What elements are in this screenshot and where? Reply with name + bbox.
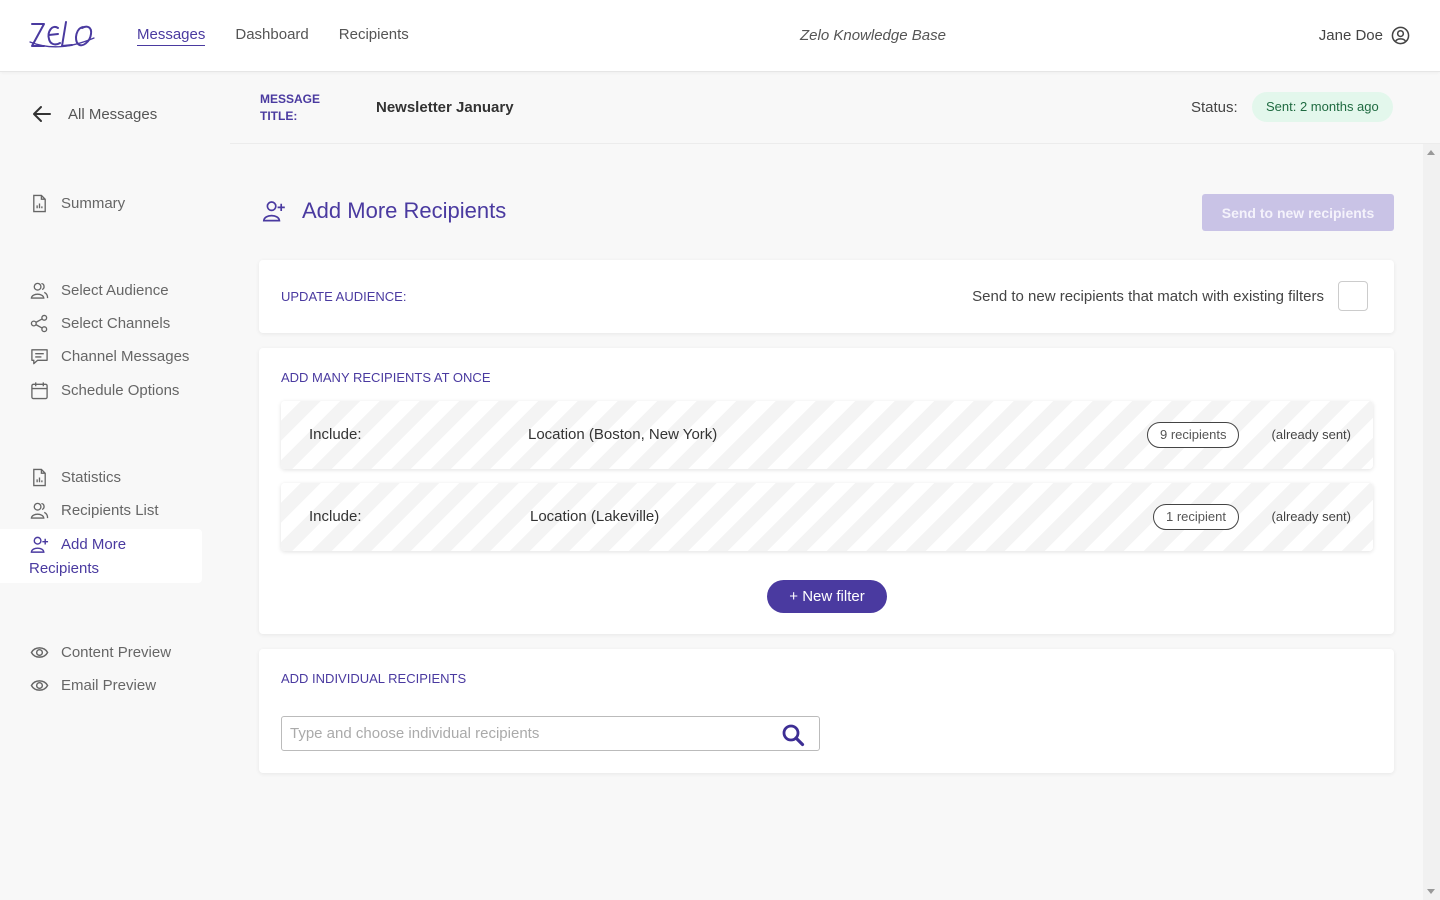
report-icon (33, 468, 46, 487)
sidebar-item-label: Schedule Options (61, 382, 180, 399)
page-title: Add More Recipients (262, 198, 506, 224)
sidebar-item-label: Content Preview (61, 644, 172, 661)
zelo-logo[interactable] (28, 18, 96, 52)
eye-icon (30, 647, 49, 658)
match-existing-filters-checkbox[interactable] (1338, 281, 1368, 311)
filter-row[interactable]: Include: Location (Lakeville) 1 recipien… (281, 483, 1373, 551)
recipient-count-badge: 1 recipient (1153, 504, 1239, 530)
sidebar-item-select-channels[interactable]: Select Channels (30, 314, 170, 333)
sidebar-item-label: Recipients List (61, 502, 159, 519)
status-badge: Sent: 2 months ago (1252, 92, 1393, 122)
users-icon (30, 502, 49, 519)
eye-icon (30, 680, 49, 691)
send-to-new-recipients-button[interactable]: Send to new recipients (1202, 194, 1394, 231)
sidebar-item-label: Statistics (61, 469, 122, 486)
main-nav: Messages Dashboard Recipients (137, 26, 409, 46)
already-sent-note: (already sent) (1271, 427, 1351, 442)
sidebar-item-label: Recipients (29, 560, 100, 577)
user-account-icon (1391, 26, 1410, 45)
sidebar-item-summary[interactable]: Summary (30, 194, 125, 213)
recipient-count-badge: 9 recipients (1147, 422, 1240, 448)
sidebar-item-select-audience[interactable]: Select Audience (30, 281, 169, 300)
nav-messages[interactable]: Messages (137, 26, 206, 46)
sidebar-item-label: Select Audience (61, 282, 169, 299)
user-name: Jane Doe (1318, 27, 1383, 44)
sidebar-item-email-preview[interactable]: Email Preview (30, 676, 156, 695)
top-bar: Messages Dashboard Recipients Zelo Knowl… (0, 0, 1440, 72)
sidebar-item-statistics[interactable]: Statistics (30, 468, 121, 487)
scrollbar[interactable] (1423, 144, 1440, 900)
scroll-up-arrow[interactable] (1427, 150, 1435, 155)
add-many-heading: ADD MANY RECIPIENTS AT ONCE (281, 370, 491, 385)
user-plus-icon (30, 536, 49, 553)
filter-include-label: Include: (309, 426, 362, 443)
arrow-left-icon (33, 106, 51, 122)
message-header: MESSAGE TITLE: Newsletter January Status… (230, 72, 1440, 144)
add-many-recipients-card: ADD MANY RECIPIENTS AT ONCE Include: Loc… (259, 348, 1394, 634)
filter-location: Location (Boston, New York) (528, 426, 718, 443)
nav-recipients[interactable]: Recipients (339, 26, 409, 46)
already-sent-note: (already sent) (1271, 509, 1351, 524)
scroll-down-arrow[interactable] (1427, 889, 1435, 894)
individual-recipient-search (281, 716, 820, 751)
search-icon[interactable] (781, 723, 805, 747)
filter-include-label: Include: (309, 508, 362, 525)
match-existing-filters-label: Send to new recipients that match with e… (972, 288, 1324, 305)
filter-location: Location (Lakeville) (530, 508, 660, 525)
sidebar-item-label: Email Preview (61, 677, 157, 694)
users-icon (30, 282, 49, 299)
sidebar-item-recipients-list[interactable]: Recipients List (30, 501, 159, 520)
sidebar-item-schedule-options[interactable]: Schedule Options (30, 381, 179, 400)
sidebar-item-label: Channel Messages (61, 348, 190, 365)
update-audience-heading: UPDATE AUDIENCE: (281, 289, 407, 304)
status-label: Status: (1191, 99, 1238, 116)
message-icon (31, 349, 48, 365)
user-menu[interactable]: Jane Doe (1319, 26, 1410, 45)
recipient-search-input[interactable] (290, 717, 770, 750)
back-label: All Messages (68, 105, 158, 123)
sidebar-item-label: Add More (61, 536, 127, 553)
calendar-icon (31, 382, 48, 400)
sidebar-item-content-preview[interactable]: Content Preview (30, 643, 171, 662)
new-filter-button[interactable]: + New filter (767, 580, 887, 613)
add-individual-recipients-card: ADD INDIVIDUAL RECIPIENTS (259, 649, 1394, 773)
sidebar-item-add-more-recipients[interactable]: Add More Recipients (0, 529, 202, 583)
message-title: Newsletter January (376, 99, 514, 116)
nav-dashboard[interactable]: Dashboard (235, 26, 308, 46)
sidebar-item-label: Summary (61, 195, 126, 212)
sidebar-item-label: Select Channels (61, 315, 171, 332)
sidebar: All Messages Summary Select Audience Sel… (0, 72, 230, 900)
add-individual-heading: ADD INDIVIDUAL RECIPIENTS (281, 671, 467, 686)
user-plus-icon (262, 201, 285, 222)
knowledge-base-link[interactable]: Zelo Knowledge Base (800, 27, 946, 44)
share-icon (30, 314, 48, 333)
page-title-text: Add More Recipients (302, 198, 507, 223)
sidebar-item-channel-messages[interactable]: Channel Messages (30, 347, 189, 366)
filter-row[interactable]: Include: Location (Boston, New York) 9 r… (281, 401, 1373, 469)
report-icon (33, 194, 46, 213)
update-audience-card: UPDATE AUDIENCE: Send to new recipients … (259, 260, 1394, 333)
message-title-label: MESSAGE TITLE: (260, 92, 321, 123)
back-to-all-messages[interactable]: All Messages (32, 105, 157, 123)
